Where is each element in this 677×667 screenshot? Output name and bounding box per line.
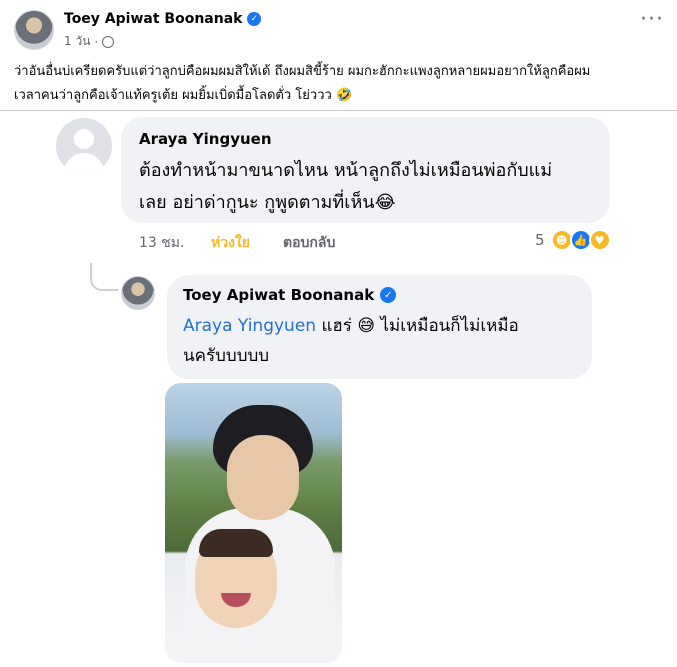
post-header: Toey Apiwat Boonanak ✓ 1 วัน · ··· bbox=[14, 8, 664, 54]
public-globe-icon bbox=[102, 35, 115, 48]
post-time[interactable]: 1 วัน bbox=[64, 32, 90, 51]
comment-text: ต้องทำหน้ามาขนาดไหน หน้าลูกถึงไม่เหมือนพ… bbox=[139, 155, 592, 219]
reply-author-name[interactable]: Toey Apiwat Boonanak bbox=[183, 285, 374, 305]
mention-link[interactable]: Araya Yingyuen bbox=[183, 316, 316, 336]
reply-author-avatar[interactable] bbox=[121, 276, 155, 310]
photo-baby-hair bbox=[199, 529, 273, 557]
comment-text-line: เลย อย่าด่ากูนะ กูพูดตามที่เห็น😂 bbox=[139, 192, 396, 213]
verified-badge-icon: ✓ bbox=[247, 12, 262, 26]
reply-thread-line bbox=[90, 263, 118, 291]
more-options-icon[interactable]: ··· bbox=[640, 9, 664, 31]
comment-text-line: ต้องทำหน้ามาขนาดไหน หน้าลูกถึงไม่เหมือนพ… bbox=[139, 160, 553, 181]
comment-actions: 13 ชม. ห่วงใย ตอบกลับ bbox=[139, 232, 335, 254]
post-text-line: ว่าอันอื่นบ่เครียดครับแต่ว่าลูกบ่คือผมผม… bbox=[14, 64, 591, 79]
reply-text-line: นครับบบบบ bbox=[183, 346, 270, 366]
reply-button[interactable]: ตอบกลับ bbox=[283, 232, 335, 254]
verified-badge-icon: ✓ bbox=[380, 287, 397, 303]
commenter-name[interactable]: Araya Yingyuen bbox=[139, 129, 592, 149]
default-avatar-body bbox=[64, 153, 104, 174]
author-name[interactable]: Toey Apiwat Boonanak bbox=[64, 11, 242, 27]
post-text: ว่าอันอื่นบ่เครียดครับแต่ว่าลูกบ่คือผมผม… bbox=[14, 60, 664, 108]
separator: · bbox=[94, 34, 99, 49]
reply-name-row: Toey Apiwat Boonanak ✓ bbox=[183, 285, 576, 305]
care-icon: ♥ bbox=[588, 229, 611, 251]
comment-bubble: Araya Yingyuen ต้องทำหน้ามาขนาดไหน หน้าล… bbox=[121, 117, 610, 223]
comment-time[interactable]: 13 ชม. bbox=[139, 232, 211, 254]
default-avatar-head bbox=[74, 129, 94, 149]
care-reaction-button[interactable]: ห่วงใย bbox=[211, 232, 283, 254]
author-avatar[interactable] bbox=[14, 10, 54, 50]
reaction-count: 5 bbox=[535, 231, 545, 249]
author-row: Toey Apiwat Boonanak ✓ bbox=[64, 11, 262, 27]
reply-bubble: Toey Apiwat Boonanak ✓ Araya Yingyuen แฮ… bbox=[167, 275, 592, 379]
reactions-summary[interactable]: 5 ☻ 👍 ♥ bbox=[535, 229, 611, 251]
reply-photo[interactable] bbox=[165, 383, 342, 663]
reply-text: Araya Yingyuen แฮร่ 😅 ไม่เหมือนก็ไม่เหมื… bbox=[183, 311, 576, 371]
commenter-avatar[interactable] bbox=[56, 118, 112, 174]
post-text-line: เวลาคนว่าลูกคือเจ้าแท้ครูเต้ย ผมยิ้มเบิ่… bbox=[14, 88, 353, 103]
reply-text-line: Araya Yingyuen แฮร่ 😅 ไม่เหมือนก็ไม่เหมื… bbox=[183, 311, 576, 341]
post-meta: 1 วัน · bbox=[64, 32, 115, 51]
reply-text-content: แฮร่ 😅 ไม่เหมือนก็ไม่เหมือ bbox=[316, 316, 519, 336]
photo-face bbox=[227, 435, 299, 520]
divider bbox=[0, 110, 677, 111]
